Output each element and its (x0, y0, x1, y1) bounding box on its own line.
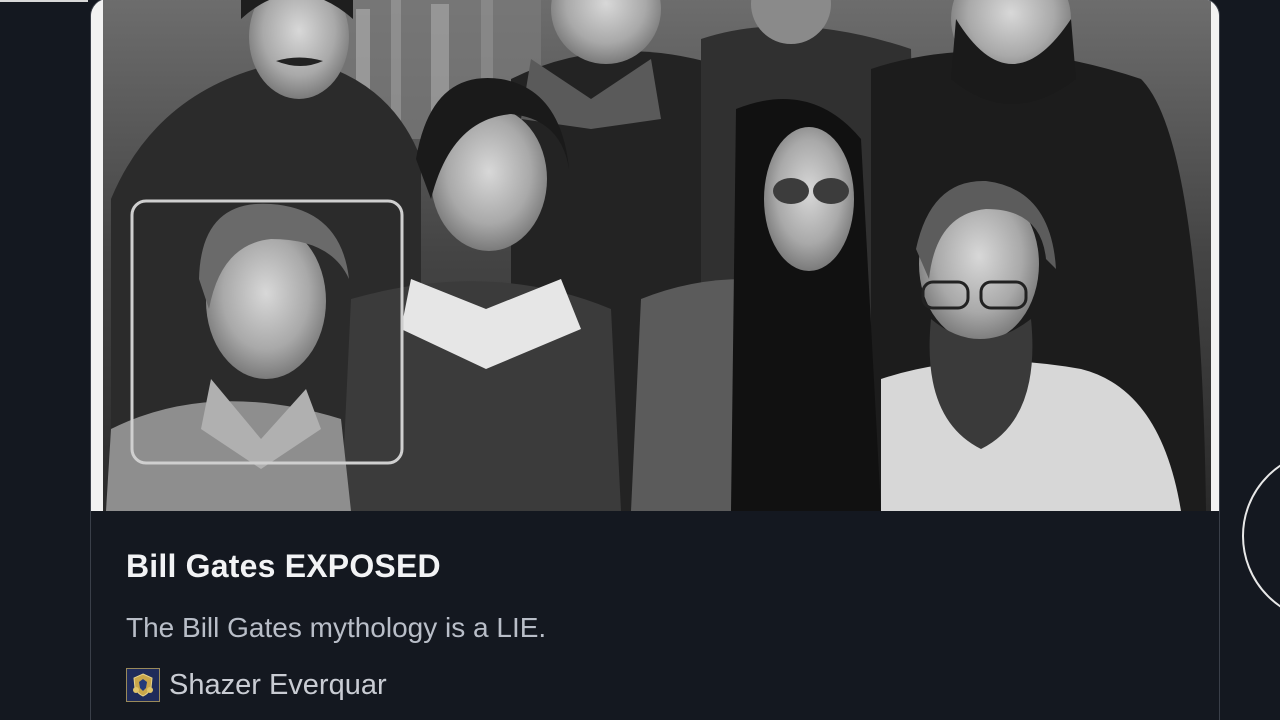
group-photo-image (91, 0, 1219, 511)
previous-card-edge (0, 0, 88, 2)
author-name: Shazer Everquar (169, 668, 387, 701)
card-title[interactable]: Bill Gates EXPOSED (126, 548, 441, 585)
chevron-right-circle-icon[interactable] (1240, 448, 1280, 624)
card-description: The Bill Gates mythology is a LIE. (126, 612, 547, 643)
link-preview-card[interactable]: Bill Gates EXPOSED The Bill Gates mythol… (90, 0, 1220, 720)
crest-avatar-icon (126, 668, 160, 702)
card-photo[interactable] (91, 0, 1219, 511)
page: Bill Gates EXPOSED The Bill Gates mythol… (0, 0, 1280, 720)
card-author[interactable]: Shazer Everquar (126, 667, 387, 703)
